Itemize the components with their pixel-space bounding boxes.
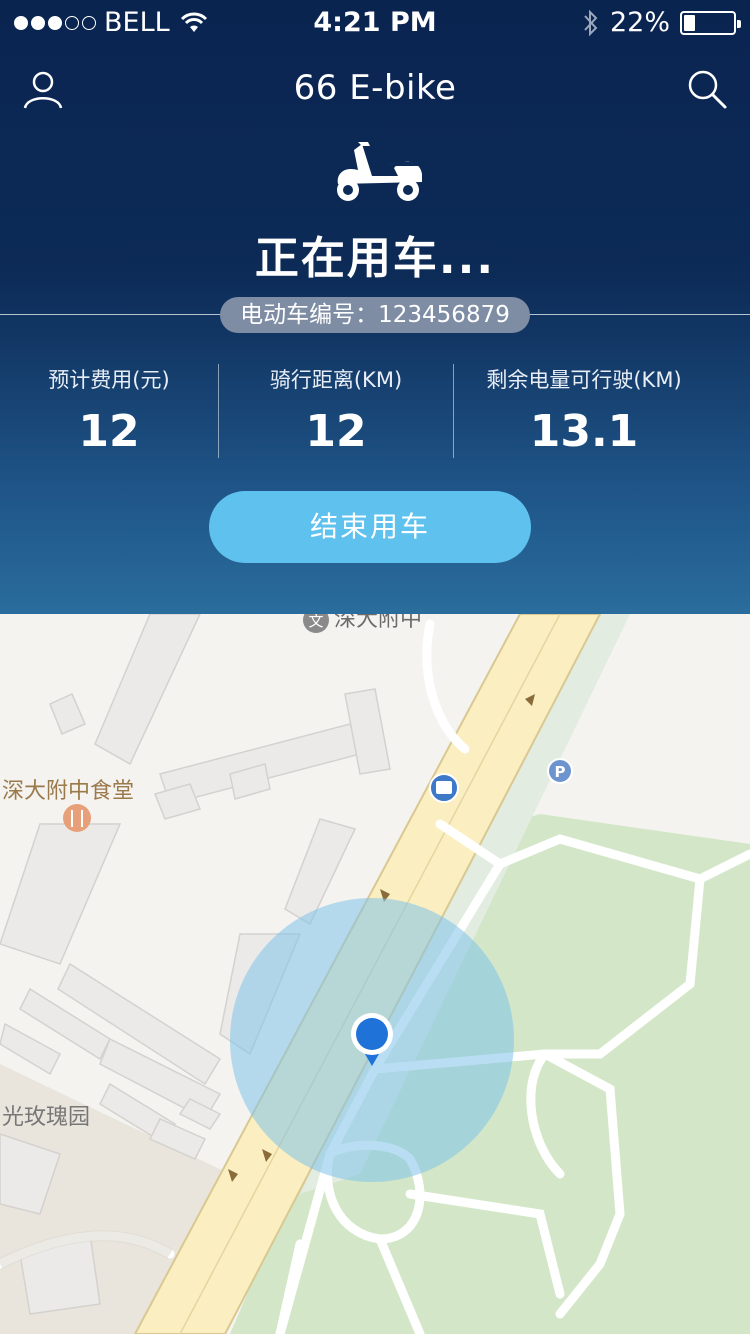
map-view[interactable]: 文 P 深大附中 深大附中食堂 光玫瑰园	[0, 614, 750, 1334]
scooter-icon	[337, 142, 422, 201]
map-label-garden: 光玫瑰园	[2, 1105, 90, 1130]
stat-label: 预计费用(元)	[48, 368, 170, 392]
stat-label: 骑行距离(KM)	[269, 368, 403, 392]
app-title: 66 E-bike	[293, 68, 457, 108]
status-right: 22%	[582, 7, 741, 38]
bus-stop-icon[interactable]	[429, 773, 459, 803]
battery-percent: 22%	[609, 7, 670, 38]
stat-label: 剩余电量可行驶(KM)	[486, 368, 682, 392]
stat-ride-distance: 骑行距离(KM) 12	[219, 364, 453, 458]
ride-stats: 预计费用(元) 12 骑行距离(KM) 12 剩余电量可行驶(KM) 13.1	[0, 364, 750, 458]
battery-icon	[680, 10, 741, 35]
restaurant-icon[interactable]	[63, 804, 91, 832]
parking-icon[interactable]: P	[547, 758, 573, 784]
map-label-school: 深大附中	[334, 614, 422, 632]
svg-text:文: 文	[308, 614, 323, 630]
ride-header: BELL 4:21 PM 22% 66 E-bike 正在用车... 电动车编号…	[0, 0, 750, 614]
stat-value: 12	[78, 406, 140, 457]
map-label-canteen: 深大附中食堂	[2, 779, 134, 804]
end-ride-button[interactable]: 结束用车	[209, 491, 531, 563]
stat-value: 13.1	[529, 406, 639, 457]
bluetooth-icon	[584, 9, 598, 36]
vehicle-id-badge: 电动车编号：123456879	[220, 297, 530, 333]
stat-value: 12	[305, 406, 367, 457]
stat-remaining-range: 剩余电量可行驶(KM) 13.1	[454, 364, 714, 458]
map-canvas[interactable]: 文 P 深大附中 深大附中食堂 光玫瑰园	[0, 614, 750, 1334]
ride-status-text: 正在用车...	[254, 233, 496, 284]
stat-estimated-fee: 预计费用(元) 12	[0, 364, 218, 458]
status-bar: BELL 4:21 PM 22%	[0, 0, 750, 44]
svg-text:P: P	[555, 763, 566, 781]
search-icon[interactable]	[686, 68, 728, 110]
